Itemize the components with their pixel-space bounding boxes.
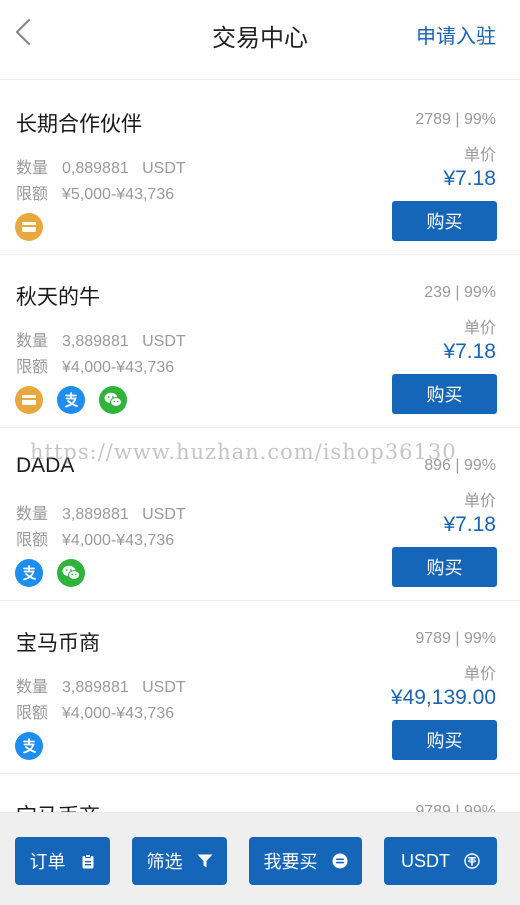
listing-card: 秋天的牛 239 | 99% 数量 3,889881 USDT 限额 ¥4,000-…: [0, 255, 520, 428]
wechat-icon: [99, 386, 127, 414]
merchant-stats: 9789 | 99%: [415, 803, 496, 812]
limit-value: ¥5,000-¥43,736: [62, 186, 175, 203]
merchant-stats: 239 | 99%: [424, 284, 496, 301]
unit-price-value: ¥49,139.00: [390, 686, 496, 709]
listing-card: DADA 896 | 99% 数量 3,889881 USDT 限额 ¥4,000-…: [0, 428, 520, 601]
limit-label: 限额: [16, 705, 49, 722]
filter-icon: [197, 853, 213, 869]
clipboard-icon: [80, 853, 96, 869]
quantity-row: 数量 3,889881 USDT: [16, 500, 186, 524]
want-buy-label: 我要买: [263, 852, 318, 872]
want-buy-button[interactable]: 我要买: [249, 837, 362, 885]
unit-price-label: 单价: [463, 666, 496, 683]
alipay-icon: [15, 559, 43, 587]
listing-card: 宝马币商 9789 | 99% 数量 3,889881 USDT 限额 ¥4,000…: [0, 601, 520, 774]
quantity-row: 数量 3,889881 USDT: [16, 327, 186, 351]
apply-join-link[interactable]: 申请入驻: [416, 20, 496, 49]
filter-label: 筛选: [146, 852, 183, 872]
limit-label: 限额: [16, 186, 49, 203]
unit-price-label: 单价: [463, 320, 496, 337]
quantity-row: 数量 3,889881 USDT: [16, 673, 186, 697]
payment-methods: [15, 386, 127, 414]
quantity-label: 数量: [16, 160, 49, 177]
tether-coin-icon: [464, 853, 480, 869]
listing-card: 宝马币商 9789 | 99%: [0, 774, 520, 812]
merchant-name: 宝马币商: [16, 632, 100, 655]
merchant-stats: 896 | 99%: [424, 457, 496, 474]
merchant-stats: 9789 | 99%: [415, 630, 496, 647]
orders-button[interactable]: 订单: [15, 837, 110, 885]
chat-bubble-icon: [332, 853, 348, 869]
buy-button[interactable]: 购买: [392, 720, 497, 760]
merchant-name: DADA: [16, 454, 75, 477]
currency-label: USDT: [401, 850, 450, 871]
listing-list[interactable]: 长期合作伙伴 2789 | 99% 数量 0,889881 USDT 限额 ¥5,0…: [0, 82, 520, 812]
alipay-icon: [57, 386, 85, 414]
merchant-name: 长期合作伙伴: [16, 113, 142, 136]
quantity-currency: USDT: [142, 506, 186, 523]
listing-card: 长期合作伙伴 2789 | 99% 数量 0,889881 USDT 限额 ¥5,0…: [0, 82, 520, 255]
buy-button[interactable]: 购买: [392, 547, 497, 587]
bank-card-icon: [15, 386, 43, 414]
quantity-value: 3,889881: [62, 333, 129, 350]
limit-row: 限额 ¥4,000-¥43,736: [16, 699, 174, 723]
unit-price-value: ¥7.18: [443, 513, 496, 536]
quantity-value: 3,889881: [62, 506, 129, 523]
orders-label: 订单: [29, 852, 66, 872]
merchant-name: 秋天的牛: [16, 286, 100, 309]
unit-price-value: ¥7.18: [443, 167, 496, 190]
header-bar: 交易中心 申请入驻: [0, 0, 520, 80]
limit-value: ¥4,000-¥43,736: [62, 532, 175, 549]
bank-card-icon: [15, 213, 43, 241]
wechat-icon: [57, 559, 85, 587]
unit-price-label: 单价: [463, 147, 496, 164]
quantity-label: 数量: [16, 506, 49, 523]
payment-methods: [15, 213, 43, 241]
limit-row: 限额 ¥5,000-¥43,736: [16, 180, 174, 204]
buy-button[interactable]: 购买: [392, 201, 497, 241]
limit-value: ¥4,000-¥43,736: [62, 705, 175, 722]
unit-price-label: 单价: [463, 493, 496, 510]
quantity-currency: USDT: [142, 160, 186, 177]
alipay-icon: [15, 732, 43, 760]
merchant-stats: 2789 | 99%: [415, 111, 496, 128]
unit-price-value: ¥7.18: [443, 340, 496, 363]
payment-methods: [15, 559, 85, 587]
quantity-label: 数量: [16, 679, 49, 696]
quantity-value: 3,889881: [62, 679, 129, 696]
quantity-currency: USDT: [142, 333, 186, 350]
payment-methods: [15, 732, 43, 760]
limit-label: 限额: [16, 532, 49, 549]
filter-button[interactable]: 筛选: [132, 837, 227, 885]
bottom-action-bar: 订单 筛选 我要买 USDT: [0, 812, 520, 905]
quantity-value: 0,889881: [62, 160, 129, 177]
quantity-label: 数量: [16, 333, 49, 350]
quantity-row: 数量 0,889881 USDT: [16, 154, 186, 178]
quantity-currency: USDT: [142, 679, 186, 696]
buy-button[interactable]: 购买: [392, 374, 497, 414]
limit-label: 限额: [16, 359, 49, 376]
limit-row: 限额 ¥4,000-¥43,736: [16, 526, 174, 550]
merchant-name: 宝马币商: [16, 800, 100, 812]
limit-row: 限额 ¥4,000-¥43,736: [16, 353, 174, 377]
currency-select-button[interactable]: USDT: [384, 837, 497, 885]
limit-value: ¥4,000-¥43,736: [62, 359, 175, 376]
